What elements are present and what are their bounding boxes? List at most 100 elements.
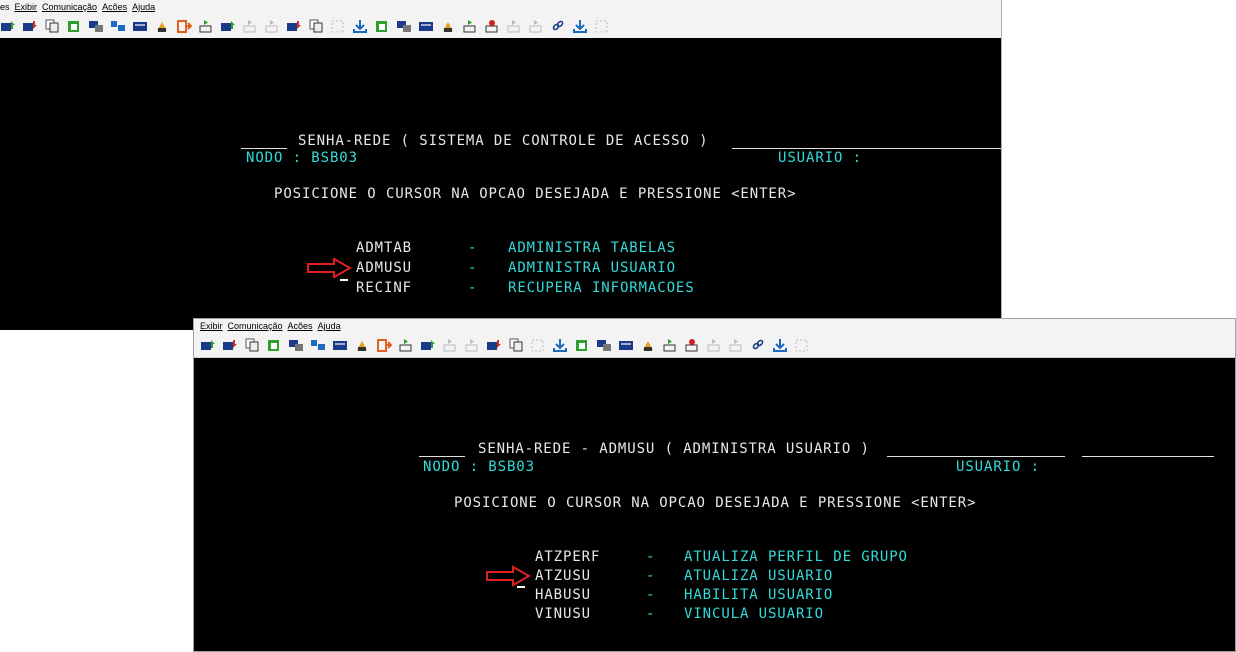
menu-bar: es Exibir Comunicação Acões Ajuda: [0, 0, 1001, 14]
text-cursor: [340, 279, 348, 281]
macro-play-icon[interactable]: [398, 338, 414, 352]
toolbar: [194, 333, 1235, 358]
red-arrow-icon: [486, 565, 531, 587]
title-underline-far: [1082, 456, 1214, 457]
option-code-vinusu[interactable]: VINUSU: [535, 606, 591, 622]
menu-acoes[interactable]: Acões: [102, 2, 127, 12]
copy-icon[interactable]: [508, 338, 524, 352]
screen-title: SENHA-REDE - ADMUSU ( ADMINISTRA USUARIO…: [478, 441, 870, 457]
usuario-label: USUARIO :: [778, 150, 862, 166]
option-code-admtab[interactable]: ADMTAB: [356, 240, 412, 256]
exit-icon[interactable]: [176, 19, 192, 33]
refresh-icon[interactable]: [530, 338, 546, 352]
receive-icon[interactable]: [222, 338, 238, 352]
macro-disabled-icon[interactable]: [706, 338, 722, 352]
menu-comunicacao[interactable]: Comunicação: [42, 2, 97, 12]
option-desc-atzperf: ATUALIZA PERFIL DE GRUPO: [684, 549, 908, 565]
option-code-habusu[interactable]: HABUSU: [535, 587, 591, 603]
option-code-recinf[interactable]: RECINF: [356, 280, 412, 296]
download-icon[interactable]: [552, 338, 568, 352]
option-code-admusu[interactable]: ADMUSU: [356, 260, 412, 276]
copy-icon[interactable]: [244, 338, 260, 352]
download-icon[interactable]: [772, 338, 788, 352]
refresh-icon[interactable]: [330, 19, 346, 33]
receive-icon[interactable]: [286, 19, 302, 33]
option-desc-admtab: ADMINISTRA TABELAS: [508, 240, 676, 256]
send-icon[interactable]: [200, 338, 216, 352]
print-icon[interactable]: [154, 19, 170, 33]
refresh-icon[interactable]: [794, 338, 810, 352]
paste-icon[interactable]: [574, 338, 590, 352]
macro-play-icon[interactable]: [462, 19, 478, 33]
keyboard-icon[interactable]: [132, 19, 148, 33]
instruction-text: POSICIONE O CURSOR NA OPCAO DESEJADA E P…: [454, 495, 977, 511]
terminal-screen[interactable]: SENHA-REDE - ADMUSU ( ADMINISTRA USUARIO…: [194, 358, 1235, 651]
option-sep: -: [646, 606, 656, 622]
copy-icon[interactable]: [308, 19, 324, 33]
option-desc-vinusu: VINCULA USUARIO: [684, 606, 824, 622]
screen-title: SENHA-REDE ( SISTEMA DE CONTROLE DE ACES…: [298, 133, 709, 149]
macro-disabled-icon[interactable]: [528, 19, 544, 33]
copy-icon[interactable]: [44, 19, 60, 33]
menu-exibir[interactable]: Exibir: [15, 2, 38, 12]
macro-send-icon[interactable]: [220, 19, 236, 33]
menu-exibir[interactable]: Exibir: [200, 321, 223, 331]
macro-play-icon[interactable]: [662, 338, 678, 352]
link-icon[interactable]: [550, 19, 566, 33]
print-icon[interactable]: [440, 19, 456, 33]
refresh-icon[interactable]: [594, 19, 610, 33]
terminal-screen[interactable]: SENHA-REDE ( SISTEMA DE CONTROLE DE ACES…: [0, 38, 1001, 330]
option-code-atzusu[interactable]: ATZUSU: [535, 568, 591, 584]
print-icon[interactable]: [354, 338, 370, 352]
toolbar: [0, 14, 1001, 39]
menu-ajuda[interactable]: Ajuda: [132, 2, 155, 12]
menu-bar: Exibir Comunicação Acões Ajuda: [194, 319, 1235, 333]
macro-play-icon[interactable]: [198, 19, 214, 33]
window-icon[interactable]: [110, 19, 126, 33]
macro-disabled-icon[interactable]: [442, 338, 458, 352]
macro-record-icon[interactable]: [484, 19, 500, 33]
paste-icon[interactable]: [374, 19, 390, 33]
keyboard-icon[interactable]: [418, 19, 434, 33]
option-desc-recinf: RECUPERA INFORMACOES: [508, 280, 695, 296]
exit-icon[interactable]: [376, 338, 392, 352]
window-icon[interactable]: [310, 338, 326, 352]
receive-icon[interactable]: [22, 19, 38, 33]
menu-ajuda[interactable]: Ajuda: [318, 321, 341, 331]
download-icon[interactable]: [352, 19, 368, 33]
send-icon[interactable]: [0, 19, 16, 33]
macro-send-icon[interactable]: [420, 338, 436, 352]
menu-item[interactable]: es: [0, 2, 10, 12]
copy-table-icon[interactable]: [288, 338, 304, 352]
paste-icon[interactable]: [266, 338, 282, 352]
paste-icon[interactable]: [66, 19, 82, 33]
nodo-label: NODO : BSB03: [423, 459, 535, 475]
macro-disabled-icon[interactable]: [464, 338, 480, 352]
option-sep: -: [646, 568, 656, 584]
macro-record-icon[interactable]: [684, 338, 700, 352]
receive-icon[interactable]: [486, 338, 502, 352]
option-code-atzperf[interactable]: ATZPERF: [535, 549, 600, 565]
copy-table-icon[interactable]: [88, 19, 104, 33]
print-icon[interactable]: [640, 338, 656, 352]
macro-disabled-icon[interactable]: [242, 19, 258, 33]
macro-disabled-icon[interactable]: [728, 338, 744, 352]
option-sep: -: [646, 549, 656, 565]
keyboard-icon[interactable]: [332, 338, 348, 352]
option-sep: -: [468, 280, 478, 296]
title-underline-right: [887, 456, 1065, 457]
option-sep: -: [468, 240, 478, 256]
keyboard-icon[interactable]: [618, 338, 634, 352]
menu-acoes[interactable]: Acões: [288, 321, 313, 331]
option-sep: -: [468, 260, 478, 276]
option-desc-atzusu: ATUALIZA USUARIO: [684, 568, 834, 584]
instruction-text: POSICIONE O CURSOR NA OPCAO DESEJADA E P…: [274, 186, 797, 202]
copy-table-icon[interactable]: [396, 19, 412, 33]
download-icon[interactable]: [572, 19, 588, 33]
title-underline-left: [241, 148, 287, 149]
link-icon[interactable]: [750, 338, 766, 352]
macro-disabled-icon[interactable]: [264, 19, 280, 33]
copy-table-icon[interactable]: [596, 338, 612, 352]
menu-comunicacao[interactable]: Comunicação: [228, 321, 283, 331]
macro-disabled-icon[interactable]: [506, 19, 522, 33]
